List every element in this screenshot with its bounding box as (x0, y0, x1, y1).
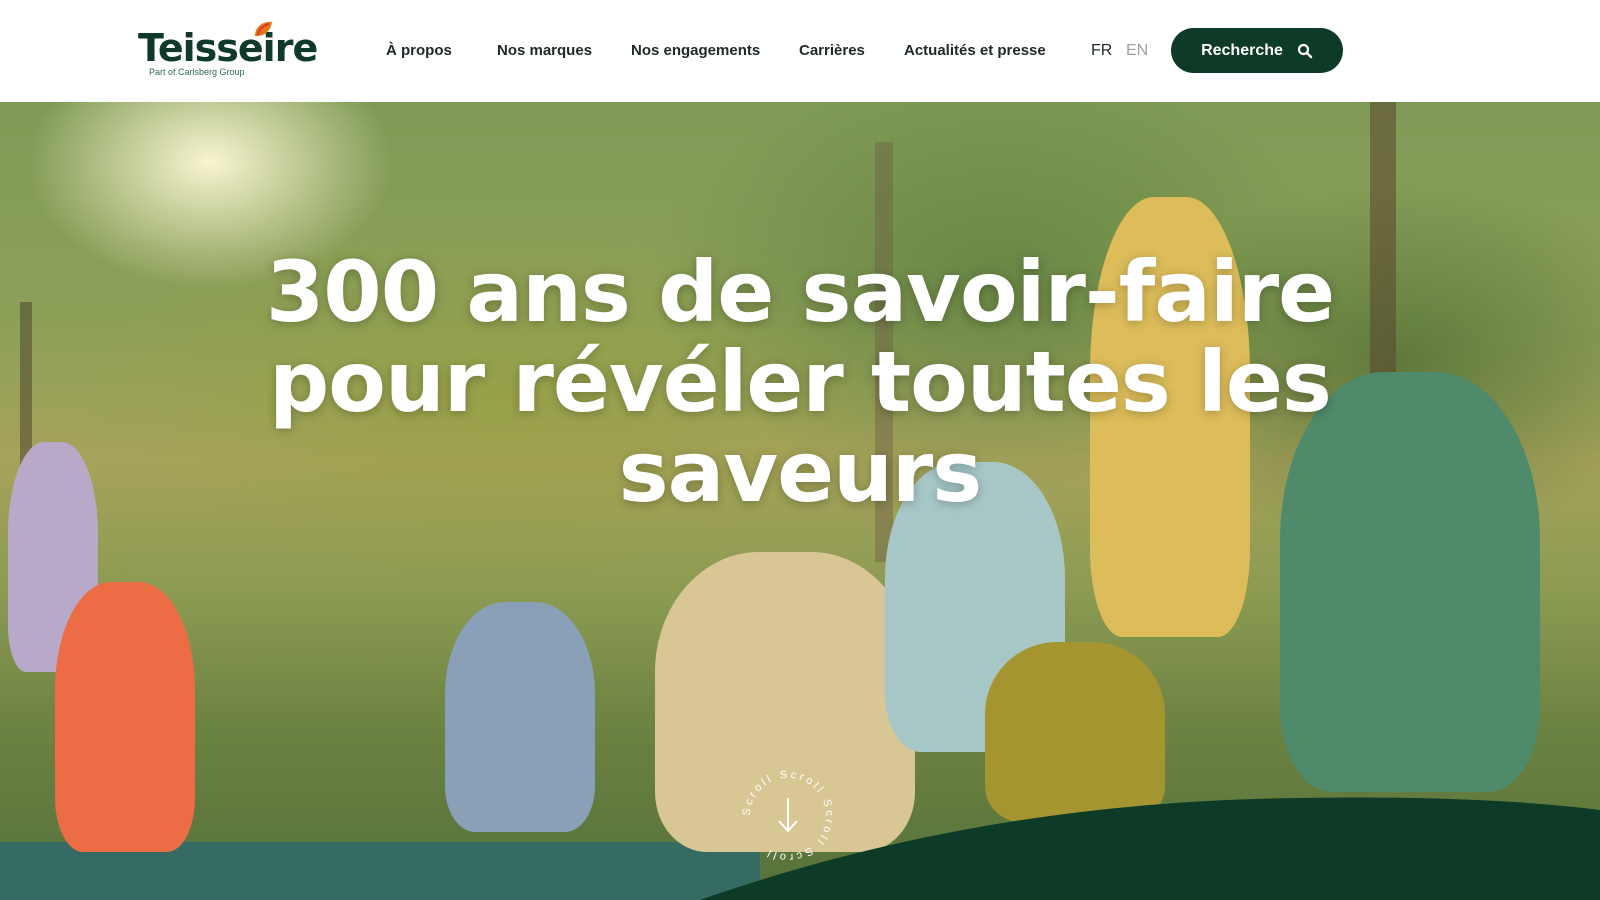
arrow-down-icon (778, 798, 798, 833)
main-nav: À propos Nos marques Nos engagements Car… (386, 0, 1600, 102)
search-icon (1297, 43, 1313, 58)
hero-headline: 300 ans de savoir-faire pour révéler tou… (0, 247, 1600, 517)
nav-item-actualites-presse[interactable]: Actualités et presse (904, 42, 1046, 59)
logo-wordmark: Teisseire (138, 26, 318, 70)
nav-item-nos-engagements[interactable]: Nos engagements (631, 42, 760, 59)
lang-en[interactable]: EN (1126, 42, 1148, 60)
hero-headline-line-1: 300 ans de savoir-faire (265, 243, 1335, 341)
nav-item-a-propos[interactable]: À propos (386, 42, 452, 59)
search-button-label: Recherche (1201, 41, 1283, 59)
logo-leaf-icon (255, 21, 272, 37)
nav-item-carrieres[interactable]: Carrières (799, 42, 865, 59)
nav-item-nos-marques[interactable]: Nos marques (497, 42, 592, 59)
hero-headline-line-3: saveurs (618, 423, 983, 521)
hero-headline-line-2: pour révéler toutes les (269, 333, 1332, 431)
scroll-down-button[interactable]: Scroll Scroll Scroll Scroll (738, 766, 838, 866)
site-header: Teisseire Part of Carlsberg Group À prop… (0, 0, 1600, 102)
search-button[interactable]: Recherche (1171, 28, 1343, 73)
teisseire-logo[interactable]: Teisseire Part of Carlsberg Group (138, 20, 318, 82)
hero-banner: 300 ans de savoir-faire pour révéler tou… (0, 102, 1600, 900)
logo-tagline: Part of Carlsberg Group (149, 67, 245, 77)
lang-fr[interactable]: FR (1091, 42, 1112, 60)
